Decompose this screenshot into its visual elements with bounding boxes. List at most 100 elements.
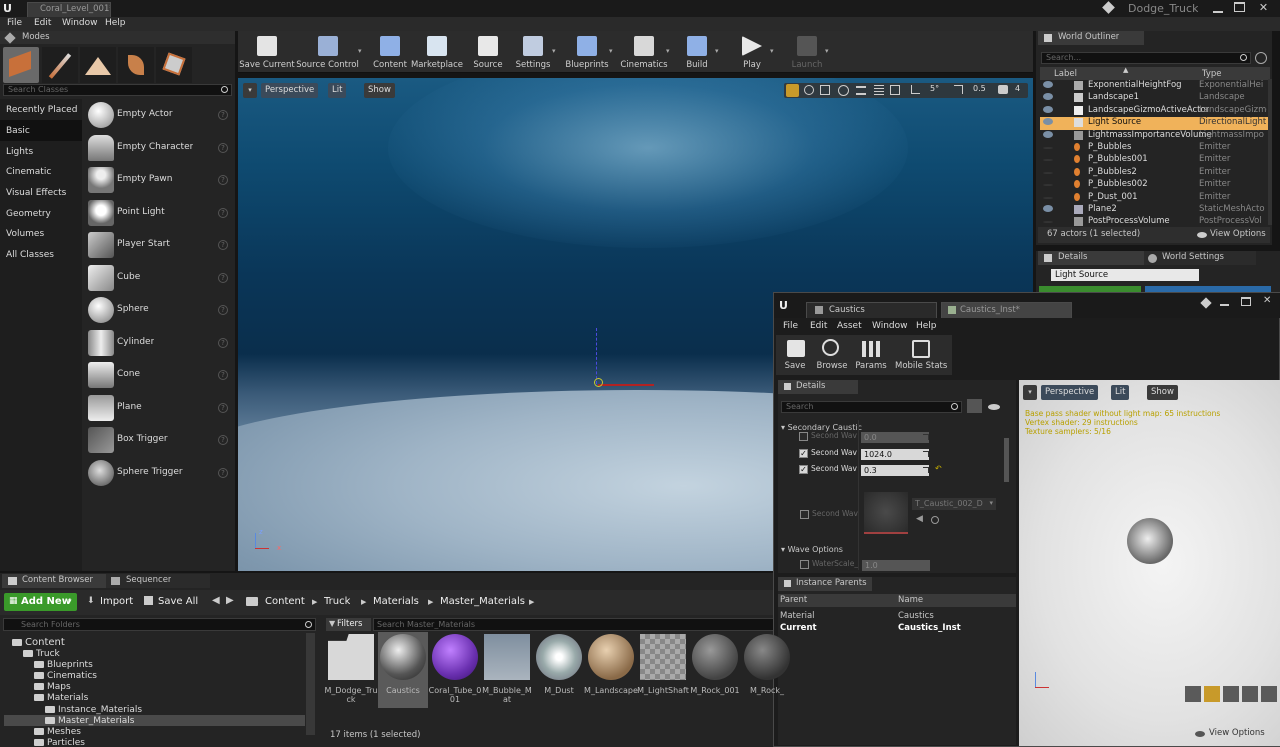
param-checkbox[interactable]: ✓ [799, 448, 808, 458]
class-item-player-start[interactable]: Player Start? [86, 230, 234, 260]
dropdown-arrow-icon[interactable]: ▾ [358, 47, 362, 55]
gizmo-center[interactable] [594, 378, 603, 387]
world-outliner-tab[interactable]: World Outliner [1038, 31, 1144, 45]
class-item-cylinder[interactable]: Cylinder? [86, 328, 234, 358]
menu-edit[interactable]: Edit [34, 18, 51, 28]
rotation-snap-value[interactable]: 5° [930, 84, 939, 93]
material-search-input[interactable]: Search [781, 401, 962, 413]
camera-speed-icon[interactable] [998, 85, 1008, 94]
sequencer-tab[interactable]: Sequencer [106, 574, 210, 588]
dropdown-arrow-icon[interactable]: ▾ [609, 47, 613, 55]
help-icon[interactable]: ? [218, 110, 228, 120]
grid-view-icon[interactable] [967, 399, 982, 413]
param-value-field[interactable]: 0.0 [861, 432, 929, 443]
material-preview-viewport[interactable]: ▾ Perspective Lit Show Base pass shader … [1019, 380, 1280, 746]
help-icon[interactable]: ? [218, 467, 228, 478]
param-value-field[interactable]: 0.3 [861, 465, 929, 476]
lit-button[interactable]: Lit [328, 83, 347, 98]
help-icon[interactable]: ? [218, 240, 228, 250]
category-cinematic[interactable]: Cinematic [6, 167, 51, 177]
search-classes-input[interactable]: Search Classes [3, 84, 232, 96]
world-settings-tab[interactable]: World Settings [1144, 251, 1256, 265]
outliner-row[interactable]: P_Dust_001 Emitter [1040, 192, 1268, 204]
help-icon[interactable]: ? [218, 142, 228, 153]
breadcrumb-separator-icon[interactable]: ▶ [529, 598, 534, 606]
tree-item-content[interactable]: Content [12, 637, 65, 648]
class-item-point-light[interactable]: Point Light? [86, 198, 234, 228]
play-button[interactable]: Play [736, 34, 768, 72]
outliner-row[interactable]: P_Bubbles Emitter [1040, 142, 1268, 154]
view-options-button[interactable]: View Options [1210, 229, 1266, 239]
parent-row-current-name[interactable]: Caustics_Inst [898, 623, 961, 633]
caustics-inst-tab[interactable]: Caustics_Inst* [941, 302, 1072, 318]
help-icon[interactable]: ? [218, 272, 228, 283]
launch-button[interactable]: Launch [791, 34, 823, 72]
perspective-button[interactable]: Perspective [261, 83, 319, 98]
mobile-stats-button[interactable]: Mobile Stats [895, 337, 947, 373]
tree-item-meshes[interactable]: Meshes [34, 727, 81, 737]
outliner-row[interactable]: LandscapeGizmoActiveActor LandscapeGizmo [1040, 105, 1268, 117]
scale-tool-icon[interactable] [820, 85, 830, 95]
content-button[interactable]: Content [373, 34, 407, 72]
source-control-button[interactable]: Source Control [296, 34, 359, 72]
preview-perspective-button[interactable]: Perspective [1041, 385, 1099, 400]
viewport-options-button[interactable]: ▾ [243, 83, 257, 98]
asset-tile-m-landscape[interactable]: M_Landscape [584, 632, 638, 708]
marketplace-button[interactable]: Marketplace [411, 34, 463, 72]
tree-item-instance-materials[interactable]: Instance_Materials [45, 705, 142, 715]
asset-tile-m-rock-[interactable]: M_Rock_ [742, 632, 792, 708]
actor-name-field[interactable]: Light Source [1051, 269, 1199, 281]
plane-preview-icon[interactable] [1223, 686, 1239, 702]
outliner-row[interactable]: P_Bubbles002 Emitter [1040, 179, 1268, 191]
forward-arrow-icon[interactable]: ▶ [226, 595, 234, 606]
mesh-preview-icon[interactable] [1261, 686, 1277, 702]
preview-view-options-button[interactable]: View Options [1209, 728, 1265, 738]
tree-item-master-materials[interactable]: Master_Materials [45, 716, 135, 726]
material-details-tab[interactable]: Details [778, 380, 858, 394]
tree-item-particles[interactable]: Particles [34, 738, 85, 747]
param-value-field[interactable]: 1024.0 [861, 448, 929, 460]
visibility-eye-icon[interactable] [1043, 130, 1053, 138]
help-icon[interactable]: ? [218, 402, 228, 413]
outliner-row[interactable]: Light Source DirectionalLight [1040, 117, 1268, 130]
visibility-eye-icon[interactable] [1043, 93, 1053, 101]
grid-snap-icon[interactable] [874, 85, 884, 95]
save-all-button[interactable]: Save All [141, 593, 204, 611]
level-tab[interactable]: Coral_Level_001* [27, 2, 111, 17]
category-lights[interactable]: Lights [6, 147, 33, 157]
world-local-icon[interactable] [838, 85, 849, 96]
landscape-mode-button[interactable] [80, 47, 116, 83]
params-button[interactable]: Params [854, 337, 888, 373]
use-asset-arrow-icon[interactable]: ◀ [916, 514, 923, 524]
geometry-mode-button[interactable] [156, 47, 192, 83]
class-item-cube[interactable]: Cube? [86, 263, 234, 293]
parent-row-material[interactable]: Material [780, 611, 815, 621]
help-icon[interactable]: ? [218, 435, 228, 445]
browse-button[interactable]: Browse [814, 337, 850, 373]
import-button[interactable]: ⬇ Import [82, 593, 136, 611]
visibility-eye-icon[interactable] [1043, 159, 1053, 162]
blueprints-button[interactable]: Blueprints [565, 34, 609, 72]
tree-item-blueprints[interactable]: Blueprints [34, 660, 93, 670]
texture-param-checkbox[interactable] [800, 510, 809, 519]
outliner-row[interactable]: ExponentialHeightFog ExponentialHei [1040, 80, 1268, 92]
source-button[interactable]: Source [473, 34, 503, 72]
reset-to-default-icon[interactable]: ↶ [935, 464, 942, 473]
wave-options-section[interactable]: ▾ Wave Options [781, 545, 843, 554]
cinematics-button[interactable]: Cinematics [620, 34, 668, 72]
breadcrumb-truck[interactable]: Truck [324, 596, 350, 607]
menu-help[interactable]: Help [105, 18, 126, 28]
menu-window[interactable]: Window [872, 321, 908, 331]
back-arrow-icon[interactable]: ◀ [212, 595, 220, 606]
visibility-eye-icon[interactable] [1043, 205, 1053, 212]
show-button[interactable]: Show [364, 83, 395, 98]
help-icon[interactable]: ? [218, 207, 228, 218]
category-basic[interactable]: Basic [6, 126, 30, 136]
camera-speed-value[interactable]: 4 [1015, 84, 1020, 93]
instance-parents-tab[interactable]: Instance Parents [778, 577, 872, 591]
outliner-row[interactable]: LightmassImportanceVolume LightmassImpo [1040, 130, 1268, 142]
class-item-box-trigger[interactable]: Box Trigger? [86, 425, 234, 455]
visibility-eye-icon[interactable] [1043, 184, 1053, 187]
class-item-empty-character[interactable]: Empty Character? [86, 133, 234, 163]
maximize-button[interactable] [1234, 2, 1245, 12]
